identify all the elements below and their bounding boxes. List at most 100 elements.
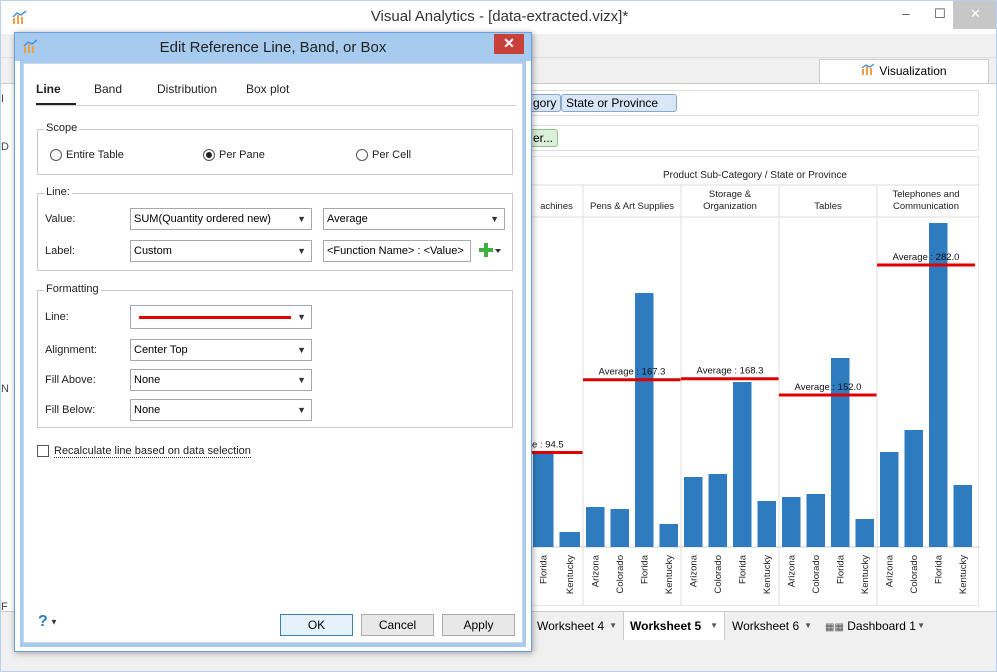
apply-button[interactable]: Apply (442, 614, 515, 636)
tab-band[interactable]: Band (94, 82, 122, 96)
tab-line[interactable]: Line (36, 82, 61, 96)
x-tick-label: Kentucky (860, 555, 871, 594)
tab-worksheet-4-label: Worksheet 4 (537, 619, 605, 633)
reference-line-label: Average : 282.0 (893, 252, 960, 263)
x-tick-label: Florida (639, 554, 650, 584)
tab-worksheet-5[interactable]: Worksheet 5 ▼ (623, 612, 725, 640)
x-tick-label: Arizona (884, 554, 895, 587)
x-tick-label: Florida (538, 554, 549, 584)
fill-above-dropdown[interactable]: None ▼ (130, 369, 312, 391)
label-text-field[interactable]: <Function Name> : <Value> (323, 240, 471, 262)
x-tick-label: Arizona (590, 554, 601, 587)
help-icon[interactable]: ? ▼ (38, 613, 58, 631)
aggregation-dropdown[interactable]: Average ▼ (323, 208, 505, 230)
chevron-down-icon[interactable]: ▼ (917, 612, 925, 640)
filter-shelf[interactable]: er... (528, 125, 979, 151)
value-field-dropdown[interactable]: SUM(Quantity ordered new) ▼ (130, 208, 312, 230)
tab-distribution[interactable]: Distribution (157, 82, 217, 96)
chevron-down-icon[interactable]: ▼ (609, 612, 617, 640)
pane-header-label: Tables (814, 201, 842, 212)
recalculate-label[interactable]: Recalculate line based on data selection (54, 445, 251, 458)
side-label-a: I (1, 93, 5, 105)
radio-entire-table[interactable] (50, 149, 62, 161)
app-titlebar: Visual Analytics - [data-extracted.vizx]… (1, 1, 996, 34)
help-glyph: ? (38, 613, 48, 630)
x-tick-label: Florida (933, 554, 944, 584)
x-tick-label: Kentucky (762, 555, 773, 594)
ok-button[interactable]: OK (280, 614, 353, 636)
fill-above-label: Fill Above: (45, 374, 96, 386)
visualization-icon (861, 60, 875, 83)
chevron-down-icon: ▼ (297, 214, 306, 224)
x-tick-label: Colorado (909, 555, 920, 594)
chart-area[interactable]: Product Sub-Category / State or Province… (529, 156, 980, 606)
chevron-down-icon[interactable]: ▼ (804, 612, 812, 640)
bar (586, 507, 605, 547)
scope-legend: Scope (44, 122, 80, 134)
x-tick-label: Kentucky (565, 555, 576, 594)
dialog-titlebar[interactable]: Edit Reference Line, Band, or Box ✕ (15, 33, 531, 61)
tab-visualization[interactable]: Visualization (819, 59, 989, 83)
maximize-button[interactable]: ☐ (923, 1, 957, 29)
chevron-down-icon: ▼ (490, 214, 499, 224)
fill-below-dropdown[interactable]: None ▼ (130, 399, 312, 421)
x-tick-label: Arizona (786, 554, 797, 587)
app-title: Visual Analytics - [data-extracted.vizx]… (370, 8, 629, 25)
line-style-dropdown[interactable]: ▼ (130, 305, 312, 329)
line-style-label: Line: (45, 311, 69, 323)
column-pill-sub-category[interactable]: gory (528, 94, 562, 112)
tab-worksheet-6[interactable]: Worksheet 6 ▼ (726, 612, 818, 640)
close-button[interactable]: ✕ (953, 1, 996, 29)
formatting-legend: Formatting (44, 283, 101, 295)
chevron-down-icon: ▼ (297, 246, 306, 256)
bar (904, 430, 923, 547)
chevron-down-icon[interactable]: ▼ (710, 612, 718, 640)
minimize-button[interactable]: – (889, 1, 923, 29)
fill-below-label: Fill Below: (45, 404, 96, 416)
reference-line-label: Average : 152.0 (795, 382, 862, 393)
bar (559, 532, 580, 547)
dialog-close-button[interactable]: ✕ (494, 34, 524, 54)
pane-header-label: Communication (893, 201, 959, 212)
tab-worksheet-4[interactable]: Worksheet 4 ▼ (531, 612, 623, 640)
formatting-group: Formatting Line: ▼ Alignment: Center Top… (37, 283, 513, 428)
label-type-dropdown[interactable]: Custom ▼ (130, 240, 312, 262)
bar (782, 497, 801, 547)
chevron-down-icon: ▼ (297, 375, 306, 385)
x-tick-label: Florida (737, 554, 748, 584)
alignment-dropdown[interactable]: Center Top ▼ (130, 339, 312, 361)
radio-per-cell[interactable] (356, 149, 368, 161)
radio-per-cell-label: Per Cell (372, 149, 412, 161)
recalculate-checkbox[interactable] (37, 445, 49, 457)
bar (659, 524, 678, 547)
reference-line-label: Average : 168.3 (697, 366, 764, 377)
value-field-text: SUM(Quantity ordered new) (134, 213, 271, 225)
radio-per-pane[interactable] (203, 149, 215, 161)
pane-header-label: Storage & (709, 189, 752, 200)
label-label: Label: (45, 245, 75, 257)
label-type-text: Custom (134, 245, 172, 257)
line-color-swatch (139, 316, 291, 319)
bar (953, 485, 972, 547)
scope-group: Scope Entire Table Per Pane Per Cell (37, 122, 513, 175)
dialog-body: Line Band Distribution Box plot Scope En… (20, 61, 526, 647)
tab-worksheet-5-label: Worksheet 5 (630, 619, 702, 633)
dialog-tabs: Line Band Distribution Box plot (24, 64, 522, 106)
columns-shelf[interactable]: gory State or Province (528, 90, 979, 116)
chevron-down-icon: ▼ (297, 345, 306, 355)
tab-box-plot[interactable]: Box plot (246, 82, 289, 96)
dialog-title: Edit Reference Line, Band, or Box (159, 39, 387, 56)
pane-header-label: Pens & Art Supplies (590, 201, 674, 212)
filter-pill[interactable]: er... (528, 129, 559, 147)
column-pill-state[interactable]: State or Province (561, 94, 677, 112)
bar (533, 452, 554, 547)
line-legend: Line: (44, 186, 72, 198)
tab-dashboard-1-label: Dashboard 1 (847, 619, 916, 633)
alignment-label: Alignment: (45, 344, 97, 356)
bar (610, 509, 629, 547)
add-field-icon[interactable] (478, 242, 502, 261)
pane-header-label: Organization (703, 201, 757, 212)
tab-dashboard-1[interactable]: ▦▦ Dashboard 1 ▼ (819, 612, 931, 640)
x-tick-label: Colorado (615, 555, 626, 594)
cancel-button[interactable]: Cancel (361, 614, 434, 636)
